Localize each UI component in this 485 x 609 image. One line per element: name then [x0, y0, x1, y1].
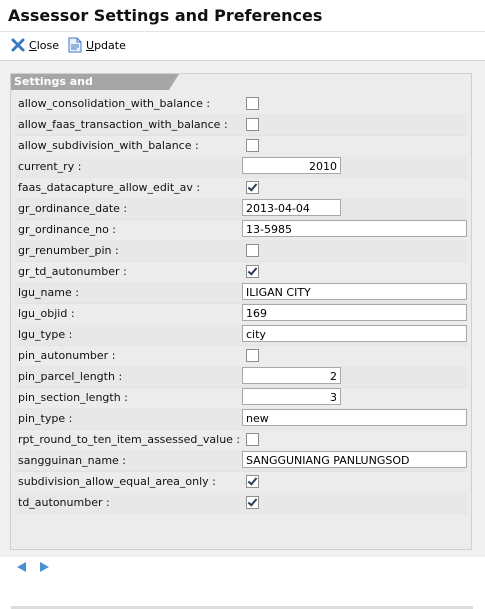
setting-row: lgu_name : ILIGAN CITY [15, 282, 467, 304]
setting-input[interactable]: 169 [242, 304, 467, 321]
update-button[interactable]: Update [68, 36, 126, 54]
setting-row: current_ry : 2010 [15, 156, 467, 178]
setting-label: allow_subdivision_with_balance : [18, 139, 199, 152]
setting-checkbox[interactable] [246, 496, 259, 509]
setting-checkbox[interactable] [246, 475, 259, 488]
setting-label: gr_ordinance_date : [18, 202, 128, 215]
setting-row: faas_datacapture_allow_edit_av : [15, 177, 467, 199]
setting-label: faas_datacapture_allow_edit_av : [18, 181, 201, 194]
toolbar: Close Update [0, 32, 485, 59]
setting-input[interactable]: 2010 [242, 157, 341, 174]
setting-row: rpt_round_to_ten_item_assessed_value : [15, 429, 467, 451]
setting-label: pin_autonumber : [18, 349, 116, 362]
section-header: Settings and Configurations [11, 74, 179, 90]
setting-row: pin_section_length : 3 [15, 387, 467, 409]
status-bar [0, 557, 485, 577]
setting-row: pin_parcel_length : 2 [15, 366, 467, 388]
setting-checkbox[interactable] [246, 349, 259, 362]
setting-row: lgu_type : city [15, 324, 467, 346]
close-label: Close [29, 38, 59, 52]
setting-label: lgu_type : [18, 328, 73, 341]
setting-row: allow_subdivision_with_balance : [15, 135, 467, 157]
setting-label: lgu_name : [18, 286, 79, 299]
setting-label: pin_section_length : [18, 391, 128, 404]
setting-label: gr_td_autonumber : [18, 265, 127, 278]
setting-row: gr_ordinance_no : 13-5985 [15, 219, 467, 241]
title-bar: Assessor Settings and Preferences [0, 0, 485, 32]
setting-input[interactable]: 13-5985 [242, 220, 467, 237]
setting-label: td_autonumber : [18, 496, 110, 509]
close-button[interactable]: Close [10, 36, 59, 54]
setting-label: sangguinan_name : [18, 454, 127, 467]
content-panel: Settings and Configurations allow_consol… [0, 60, 485, 609]
previous-arrow-icon[interactable] [17, 562, 26, 572]
setting-input[interactable]: 2 [242, 367, 341, 384]
setting-row: allow_consolidation_with_balance : [15, 93, 467, 115]
setting-input[interactable]: 3 [242, 388, 341, 405]
setting-input[interactable]: city [242, 325, 467, 342]
close-x-icon [10, 37, 26, 53]
next-arrow-icon[interactable] [40, 562, 49, 572]
window-title: Assessor Settings and Preferences [8, 6, 323, 25]
setting-label: gr_ordinance_no : [18, 223, 117, 236]
setting-label: allow_consolidation_with_balance : [18, 97, 211, 110]
setting-row: sangguinan_name : SANGGUNIANG PANLUNGSOD [15, 450, 467, 472]
document-icon [68, 37, 82, 53]
setting-input[interactable]: ILIGAN CITY [242, 283, 467, 300]
settings-section: Settings and Configurations allow_consol… [10, 73, 472, 550]
setting-label: rpt_round_to_ten_item_assessed_value : [18, 433, 241, 446]
setting-label: pin_type : [18, 412, 73, 425]
setting-checkbox[interactable] [246, 433, 259, 446]
setting-label: current_ry : [18, 160, 82, 173]
setting-row: lgu_objid : 169 [15, 303, 467, 325]
setting-row: pin_type : new [15, 408, 467, 430]
setting-checkbox[interactable] [246, 265, 259, 278]
setting-row: gr_renumber_pin : [15, 240, 467, 262]
setting-label: subdivision_allow_equal_area_only : [18, 475, 216, 488]
setting-checkbox[interactable] [246, 97, 259, 110]
setting-label: pin_parcel_length : [18, 370, 123, 383]
setting-row: pin_autonumber : [15, 345, 467, 367]
setting-label: allow_faas_transaction_with_balance : [18, 118, 228, 131]
setting-row: td_autonumber : [15, 492, 467, 514]
setting-checkbox[interactable] [246, 244, 259, 257]
setting-row: subdivision_allow_equal_area_only : [15, 471, 467, 493]
setting-input[interactable]: SANGGUNIANG PANLUNGSOD [242, 451, 467, 468]
setting-input[interactable]: new [242, 409, 467, 426]
setting-row: allow_faas_transaction_with_balance : [15, 114, 467, 136]
update-label: Update [86, 38, 126, 52]
setting-checkbox[interactable] [246, 139, 259, 152]
setting-checkbox[interactable] [246, 118, 259, 131]
setting-input[interactable]: 2013-04-04 [242, 199, 341, 216]
setting-label: gr_renumber_pin : [18, 244, 119, 257]
setting-row: gr_td_autonumber : [15, 261, 467, 283]
setting-row: gr_ordinance_date : 2013-04-04 [15, 198, 467, 220]
setting-checkbox[interactable] [246, 181, 259, 194]
setting-label: lgu_objid : [18, 307, 75, 320]
